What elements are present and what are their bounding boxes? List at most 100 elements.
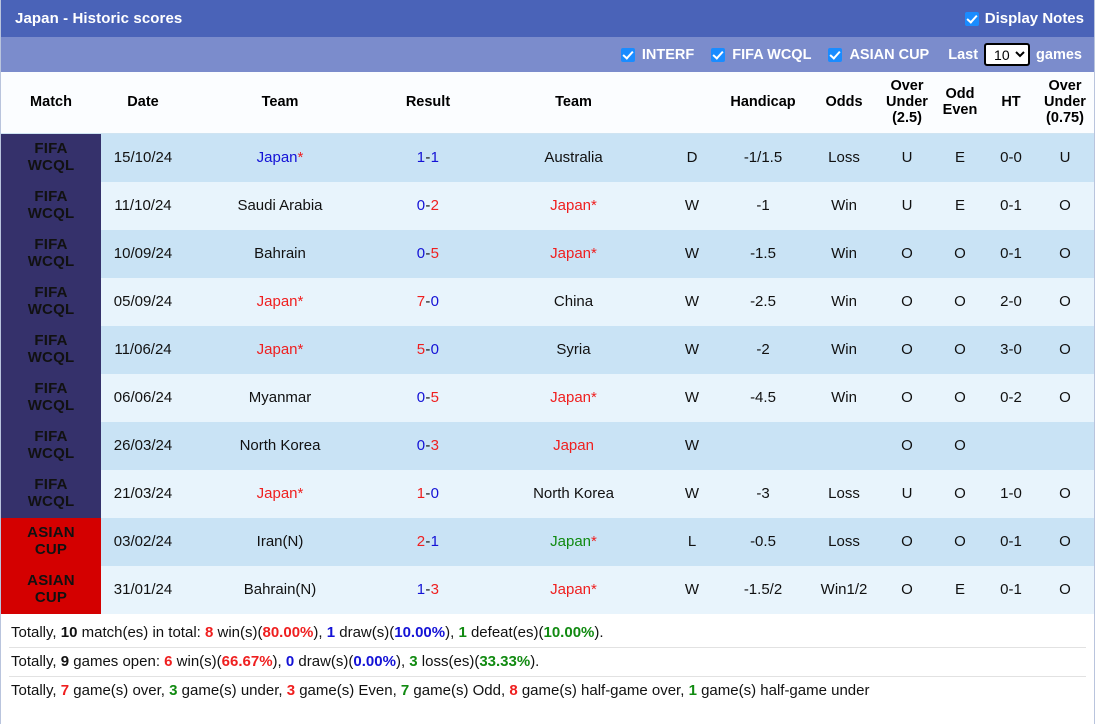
last-label: Last [948,46,979,63]
match-score[interactable]: 1-3 [375,565,481,614]
match-score[interactable]: 7-0 [375,277,481,326]
away-team[interactable]: North Korea [481,469,666,518]
over-under-075-value: O [1036,325,1094,374]
match-score[interactable]: 0-5 [375,373,481,422]
half-time-score: 0-2 [986,373,1036,422]
match-score[interactable]: 2-1 [375,517,481,566]
handicap-value: -1 [718,181,808,230]
match-score-label: 0-5 [417,245,440,262]
odd-even-value: E [934,181,986,230]
home-team[interactable]: Myanmar [185,373,375,422]
away-team[interactable]: Japan* [481,373,666,422]
half-time-score: 2-0 [986,277,1036,326]
games-count-select[interactable]: 510152030 [984,43,1031,66]
summary-segment: 8 [509,681,518,699]
over-under-075-value: O [1036,469,1094,518]
match-score-label: 2-1 [417,533,440,550]
away-team-label: Japan* [550,389,597,407]
home-team[interactable]: Bahrain(N) [185,565,375,614]
col-result[interactable]: Result [375,72,481,134]
home-away-star-icon: * [297,149,304,167]
away-team[interactable]: Japan* [481,517,666,566]
col-date[interactable]: Date [101,72,185,134]
home-team[interactable]: Japan* [185,325,375,374]
competition-badge[interactable]: FIFA WCQL [1,469,101,518]
away-team[interactable]: China [481,277,666,326]
away-team[interactable]: Japan* [481,181,666,230]
home-team-label: Bahrain(N) [243,581,317,599]
col-odds[interactable]: Odds [808,72,880,134]
score-away: 1 [430,533,440,551]
away-team-label: North Korea [533,485,614,503]
score-away: 0 [430,341,440,359]
competition-badge[interactable]: FIFA WCQL [1,133,101,182]
over-under-25-value: U [880,181,934,230]
away-team[interactable]: Japan [481,421,666,470]
home-team-label: Saudi Arabia [237,197,323,215]
col-home-team[interactable]: Team [185,72,375,134]
col-ht[interactable]: HT [986,72,1036,134]
display-notes-toggle[interactable]: Display Notes [964,10,1084,27]
checkbox-checked-icon[interactable] [711,47,726,62]
summary-segment: draw(s)( [294,652,354,670]
historic-scores-page: Japan - Historic scores Display Notes IN… [0,0,1095,724]
competition-badge[interactable]: ASIAN CUP [1,565,101,614]
col-handicap[interactable]: Handicap [718,72,808,134]
filter-interf[interactable]: INTERF [620,47,694,63]
match-score[interactable]: 0-2 [375,181,481,230]
col-away-team-label: Team [555,94,592,111]
checkbox-checked-icon[interactable] [964,11,979,26]
table-row: FIFA WCQL 15/10/24 Japan* 1-1 Australia D -1/1.… [1,133,1094,182]
home-team[interactable]: Japan* [185,469,375,518]
home-team[interactable]: North Korea [185,421,375,470]
match-score[interactable]: 0-3 [375,421,481,470]
home-team[interactable]: Iran(N) [185,517,375,566]
competition-badge[interactable]: FIFA WCQL [1,181,101,230]
match-score[interactable]: 1-0 [375,469,481,518]
over-under-075-value [1036,421,1094,470]
competition-badge[interactable]: FIFA WCQL [1,325,101,374]
competition-badge[interactable]: ASIAN CUP [1,517,101,566]
away-team[interactable]: Japan* [481,565,666,614]
home-team[interactable]: Bahrain [185,229,375,278]
away-team[interactable]: Australia [481,133,666,182]
score-away: 3 [430,581,440,599]
away-team[interactable]: Syria [481,325,666,374]
match-score[interactable]: 0-5 [375,229,481,278]
match-date: 31/01/24 [101,565,185,614]
checkbox-checked-icon[interactable] [620,47,635,62]
handicap-value: -1/1.5 [718,133,808,182]
odd-even-value: O [934,517,986,566]
match-score-label: 1-3 [417,581,440,598]
competition-badge[interactable]: FIFA WCQL [1,373,101,422]
match-date: 03/02/24 [101,517,185,566]
col-over-under-25[interactable]: Over Under (2.5) [880,72,934,134]
col-away-team[interactable]: Team [481,72,666,134]
handicap-value: -0.5 [718,517,808,566]
competition-badge[interactable]: FIFA WCQL [1,277,101,326]
away-team-label: China [553,293,594,311]
col-odd-even-label: Odd Even [942,86,978,119]
home-team[interactable]: Japan* [185,133,375,182]
over-under-25-value: U [880,469,934,518]
over-under-075-value: U [1036,133,1094,182]
filter-fifa-wcql[interactable]: FIFA WCQL [711,47,811,63]
odds-value: Win1/2 [808,565,880,614]
match-date: 05/09/24 [101,277,185,326]
away-team[interactable]: Japan* [481,229,666,278]
col-match[interactable]: Match [1,72,101,134]
col-odd-even[interactable]: Odd Even [934,72,986,134]
match-score[interactable]: 5-0 [375,325,481,374]
summary-segment: 0.00% [353,652,396,670]
away-team-label: Syria [556,341,591,359]
checkbox-checked-icon[interactable] [828,47,843,62]
competition-badge[interactable]: FIFA WCQL [1,229,101,278]
col-over-under-075[interactable]: Over Under (0.75) [1036,72,1094,134]
competition-badge[interactable]: FIFA WCQL [1,421,101,470]
table-row: FIFA WCQL 26/03/24 North Korea 0-3 Japan W O O [1,421,1094,470]
home-team[interactable]: Saudi Arabia [185,181,375,230]
over-under-25-value: O [880,565,934,614]
filter-asian-cup[interactable]: ASIAN CUP [828,47,929,63]
match-score[interactable]: 1-1 [375,133,481,182]
home-team[interactable]: Japan* [185,277,375,326]
